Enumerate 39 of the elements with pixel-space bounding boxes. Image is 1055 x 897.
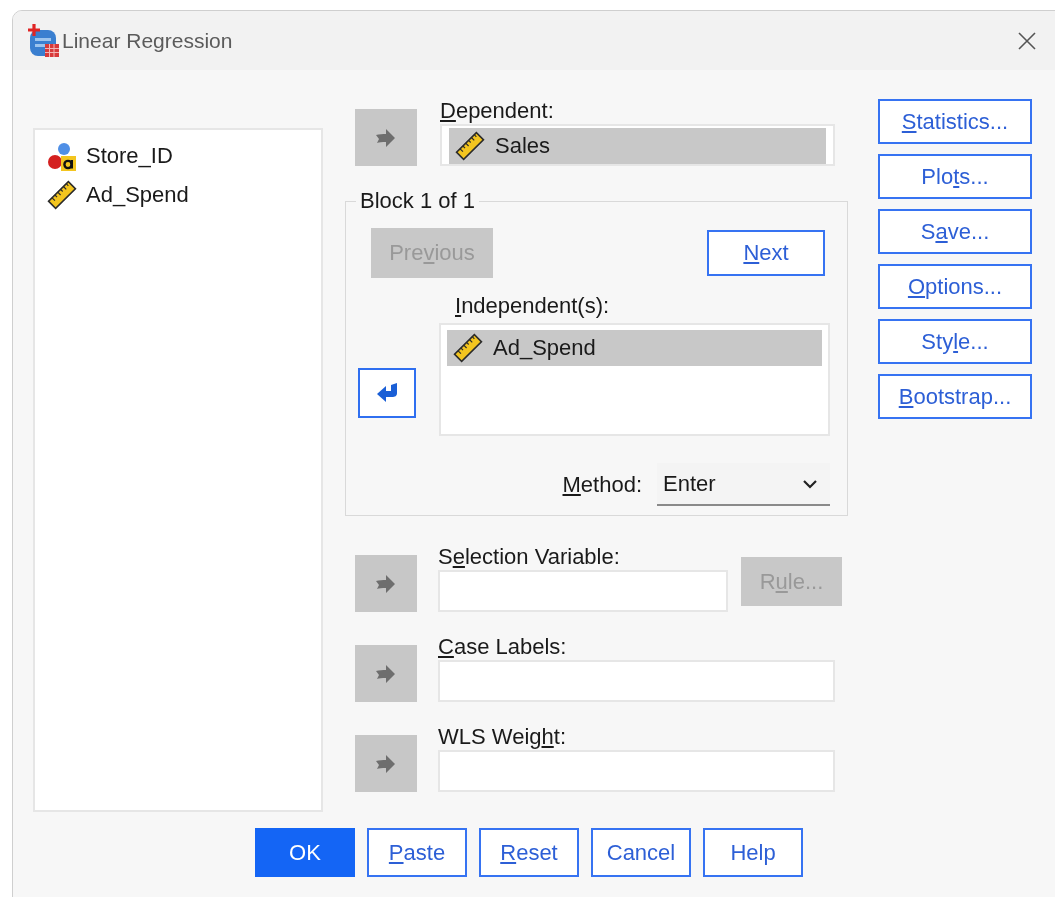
variable-item[interactable]: Store_ID: [47, 136, 321, 175]
move-button[interactable]: [355, 109, 417, 166]
dependent-field[interactable]: Sales: [440, 124, 835, 166]
left-arrow-icon: [375, 381, 399, 405]
variable-item[interactable]: Ad_Spend: [447, 330, 822, 366]
button[interactable]: Save...: [878, 209, 1032, 254]
move-button[interactable]: [355, 645, 417, 702]
field-label: Selection Variable:: [438, 544, 621, 570]
independents-list[interactable]: Ad_Spend: [439, 323, 830, 436]
field-label: WLS Weight:: [438, 724, 567, 750]
field-label: Independent(s):: [455, 293, 611, 319]
input-field[interactable]: [438, 660, 835, 702]
move-button[interactable]: [355, 735, 417, 792]
button[interactable]: Style...: [878, 319, 1032, 364]
app-icon: [27, 23, 60, 58]
button[interactable]: Cancel: [591, 828, 691, 877]
window-title: Linear Regression: [62, 28, 233, 53]
button[interactable]: OK: [255, 828, 355, 877]
method-label: Method:: [562, 471, 642, 498]
variable-item[interactable]: Ad_Spend: [47, 175, 321, 214]
button[interactable]: Plots...: [878, 154, 1032, 199]
button[interactable]: Paste: [367, 828, 467, 877]
next-button[interactable]: Next: [707, 230, 825, 276]
variable-item[interactable]: Sales: [449, 128, 826, 164]
button[interactable]: Help: [703, 828, 803, 877]
field-label: Dependent:: [440, 98, 555, 124]
close-icon[interactable]: [1017, 30, 1037, 51]
field-label: Case Labels:: [438, 634, 568, 660]
button[interactable]: Options...: [878, 264, 1032, 309]
move-button[interactable]: [355, 555, 417, 612]
move-button[interactable]: [358, 368, 416, 418]
button[interactable]: Statistics...: [878, 99, 1032, 144]
input-field[interactable]: [438, 750, 835, 792]
button[interactable]: Reset: [479, 828, 579, 877]
button[interactable]: Bootstrap...: [878, 374, 1032, 419]
nominal-variable-icon: [47, 140, 77, 171]
chevron-down-icon: [802, 478, 818, 489]
group-title: Block 1 of 1: [359, 188, 476, 214]
input-field[interactable]: [438, 570, 728, 612]
